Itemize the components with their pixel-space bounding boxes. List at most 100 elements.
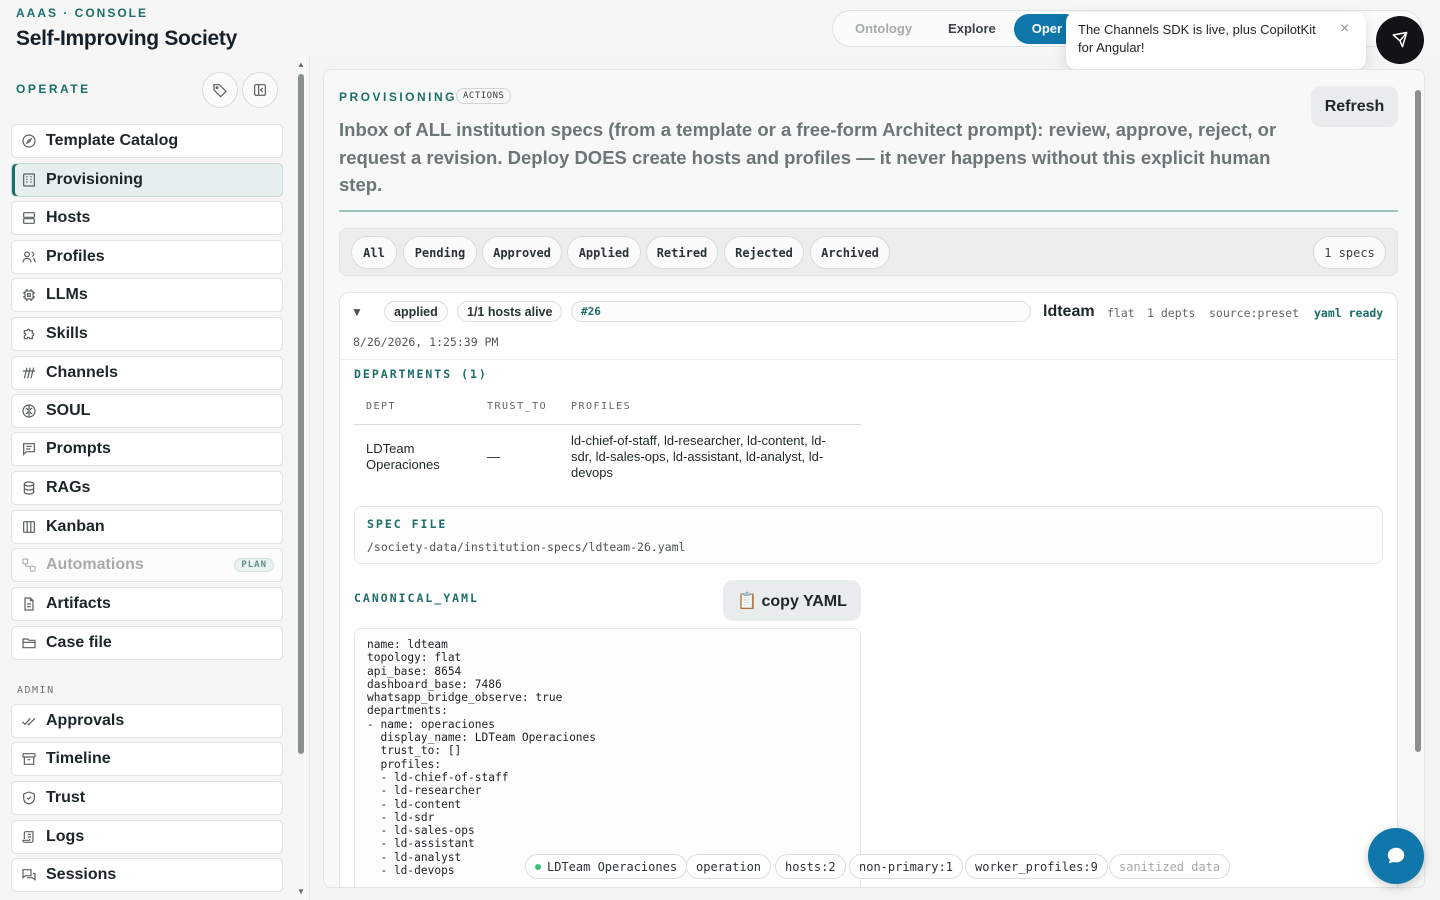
- sidebar-item-label: Artifacts: [46, 595, 111, 612]
- chip-non-primary[interactable]: non-primary:1: [849, 854, 963, 879]
- chat-bubble-icon: [1387, 847, 1405, 864]
- filter-pending[interactable]: Pending: [403, 236, 477, 269]
- brand-kicker: AAAS · CONSOLE: [16, 6, 149, 20]
- users-icon: [20, 248, 38, 266]
- sidebar-item-template-catalog[interactable]: Template Catalog: [11, 124, 283, 158]
- sidebar: OPERATE Template Catalog Provisioning Ho…: [0, 56, 310, 900]
- chip-department[interactable]: LDTeam Operaciones: [525, 854, 688, 879]
- col-trust-to: TRUST_TO: [487, 401, 548, 412]
- sidebar-item-artifacts[interactable]: Artifacts: [11, 587, 283, 621]
- sidebar-section-admin: ADMIN: [17, 685, 55, 696]
- announcement-toast: The Channels SDK is live, plus CopilotKi…: [1066, 12, 1366, 69]
- sidebar-item-soul[interactable]: SOUL: [11, 394, 283, 428]
- status-filter-bar: All Pending Approved Applied Retired Rej…: [339, 228, 1398, 276]
- sidebar-item-case-file[interactable]: Case file: [11, 626, 283, 660]
- refresh-button[interactable]: Refresh: [1311, 86, 1398, 127]
- shield-icon: [20, 789, 38, 807]
- scroll-up-arrow[interactable]: ▲: [297, 60, 305, 69]
- sidebar-item-label: Provisioning: [46, 171, 143, 188]
- collapse-sidebar-button[interactable]: [242, 72, 278, 108]
- filter-approved[interactable]: Approved: [482, 236, 562, 269]
- status-badge: applied: [384, 301, 448, 322]
- sidebar-item-label: Timeline: [46, 750, 111, 767]
- filter-rejected[interactable]: Rejected: [724, 236, 804, 269]
- sidebar-item-logs[interactable]: Logs: [11, 820, 283, 854]
- sidebar-item-provisioning[interactable]: Provisioning: [11, 163, 283, 197]
- cpu-icon: [20, 286, 38, 304]
- antenna-icon: [20, 364, 38, 382]
- file-icon: [20, 595, 38, 613]
- scroll-down-arrow[interactable]: ▼: [297, 887, 305, 896]
- sidebar-item-label: SOUL: [46, 402, 91, 419]
- scrollbar-thumb[interactable]: [298, 74, 304, 754]
- yaml-viewer: name: ldteam topology: flat api_base: 86…: [354, 628, 861, 887]
- sidebar-item-channels[interactable]: Channels: [11, 356, 283, 390]
- filter-archived[interactable]: Archived: [810, 236, 890, 269]
- sidebar-item-label: RAGs: [46, 479, 91, 496]
- spec-id-badge: #26: [571, 301, 1031, 322]
- sidebar-item-automations[interactable]: Automations PLAN: [11, 548, 283, 582]
- copilot-button[interactable]: [1376, 16, 1424, 64]
- toast-message: The Channels SDK is live, plus CopilotKi…: [1078, 22, 1316, 55]
- collapse-caret[interactable]: ▼: [351, 305, 363, 319]
- sidebar-item-label: Trust: [46, 789, 86, 806]
- paper-plane-icon: [1392, 31, 1408, 48]
- tag-button[interactable]: [202, 72, 238, 108]
- sidebar-item-llms[interactable]: LLMs: [11, 278, 283, 312]
- chat-icon: [20, 866, 38, 884]
- sidebar-item-label: Skills: [46, 325, 88, 342]
- tab-ontology[interactable]: Ontology: [837, 14, 930, 44]
- cell-trust-to: —: [487, 449, 500, 464]
- col-dept: DEPT: [366, 401, 397, 412]
- main-scrollbar[interactable]: [1414, 84, 1422, 884]
- chip-operation[interactable]: operation: [686, 854, 772, 879]
- compass-icon: [20, 132, 38, 150]
- spec-count: 1 specs: [1313, 236, 1386, 269]
- sidebar-item-label: Kanban: [46, 518, 105, 535]
- server-icon: [20, 209, 38, 227]
- topology-meta: flat: [1107, 306, 1135, 320]
- page-kicker: PROVISIONING: [339, 90, 458, 104]
- sidebar-item-trust[interactable]: Trust: [11, 781, 283, 815]
- sidebar-item-label: Hosts: [46, 209, 91, 226]
- scrollbar-thumb[interactable]: [1415, 90, 1421, 752]
- filter-retired[interactable]: Retired: [646, 236, 718, 269]
- copy-yaml-button[interactable]: 📋 copy YAML: [723, 580, 861, 621]
- filter-all[interactable]: All: [351, 236, 397, 269]
- sidebar-item-sessions[interactable]: Sessions: [11, 858, 283, 892]
- col-profiles: PROFILES: [571, 401, 632, 412]
- close-icon[interactable]: ×: [1340, 21, 1354, 37]
- sidebar-item-skills[interactable]: Skills: [11, 317, 283, 351]
- cell-dept: LDTeam Operaciones: [366, 441, 440, 472]
- scroll-icon: [20, 828, 38, 846]
- sidebar-item-timeline[interactable]: Timeline: [11, 742, 283, 776]
- sidebar-item-approvals[interactable]: Approvals: [11, 704, 283, 738]
- sidebar-item-rags[interactable]: RAGs: [11, 471, 283, 505]
- sidebar-item-label: Profiles: [46, 248, 105, 265]
- sidebar-scrollbar[interactable]: ▲ ▼: [297, 60, 305, 896]
- chip-sanitized[interactable]: sanitized data: [1109, 854, 1231, 879]
- tab-explore[interactable]: Explore: [930, 14, 1014, 44]
- sidebar-section-operate: OPERATE: [16, 82, 91, 96]
- provisioning-panel: PROVISIONING ACTIONS Inbox of ALL instit…: [323, 69, 1425, 888]
- sidebar-item-profiles[interactable]: Profiles: [11, 240, 283, 274]
- building-icon: [20, 171, 38, 189]
- chat-launcher-button[interactable]: [1368, 828, 1424, 884]
- sidebar-item-label: Automations: [46, 556, 144, 573]
- spec-name: ldteam: [1043, 303, 1095, 320]
- departments-label: DEPARTMENTS (1): [354, 367, 488, 381]
- yaml-content: name: ldteam topology: flat api_base: 86…: [367, 638, 597, 878]
- sidebar-item-prompts[interactable]: Prompts: [11, 432, 283, 466]
- spec-file-path: /society-data/institution-specs/ldteam-2…: [367, 540, 686, 554]
- filter-applied[interactable]: Applied: [567, 236, 641, 269]
- chip-hosts[interactable]: hosts:2: [775, 854, 846, 879]
- chip-worker-profiles[interactable]: worker_profiles:9: [965, 854, 1108, 879]
- spec-timestamp: 8/26/2026, 1:25:39 PM: [353, 335, 499, 349]
- actions-tag: ACTIONS: [456, 88, 512, 104]
- sidebar-item-hosts[interactable]: Hosts: [11, 201, 283, 235]
- status-dot: [535, 863, 541, 870]
- sidebar-item-kanban[interactable]: Kanban: [11, 510, 283, 544]
- sidebar-item-label: Channels: [46, 364, 119, 381]
- brand-title: Self-Improving Society: [16, 27, 237, 50]
- chip-label: LDTeam Operaciones: [547, 859, 678, 874]
